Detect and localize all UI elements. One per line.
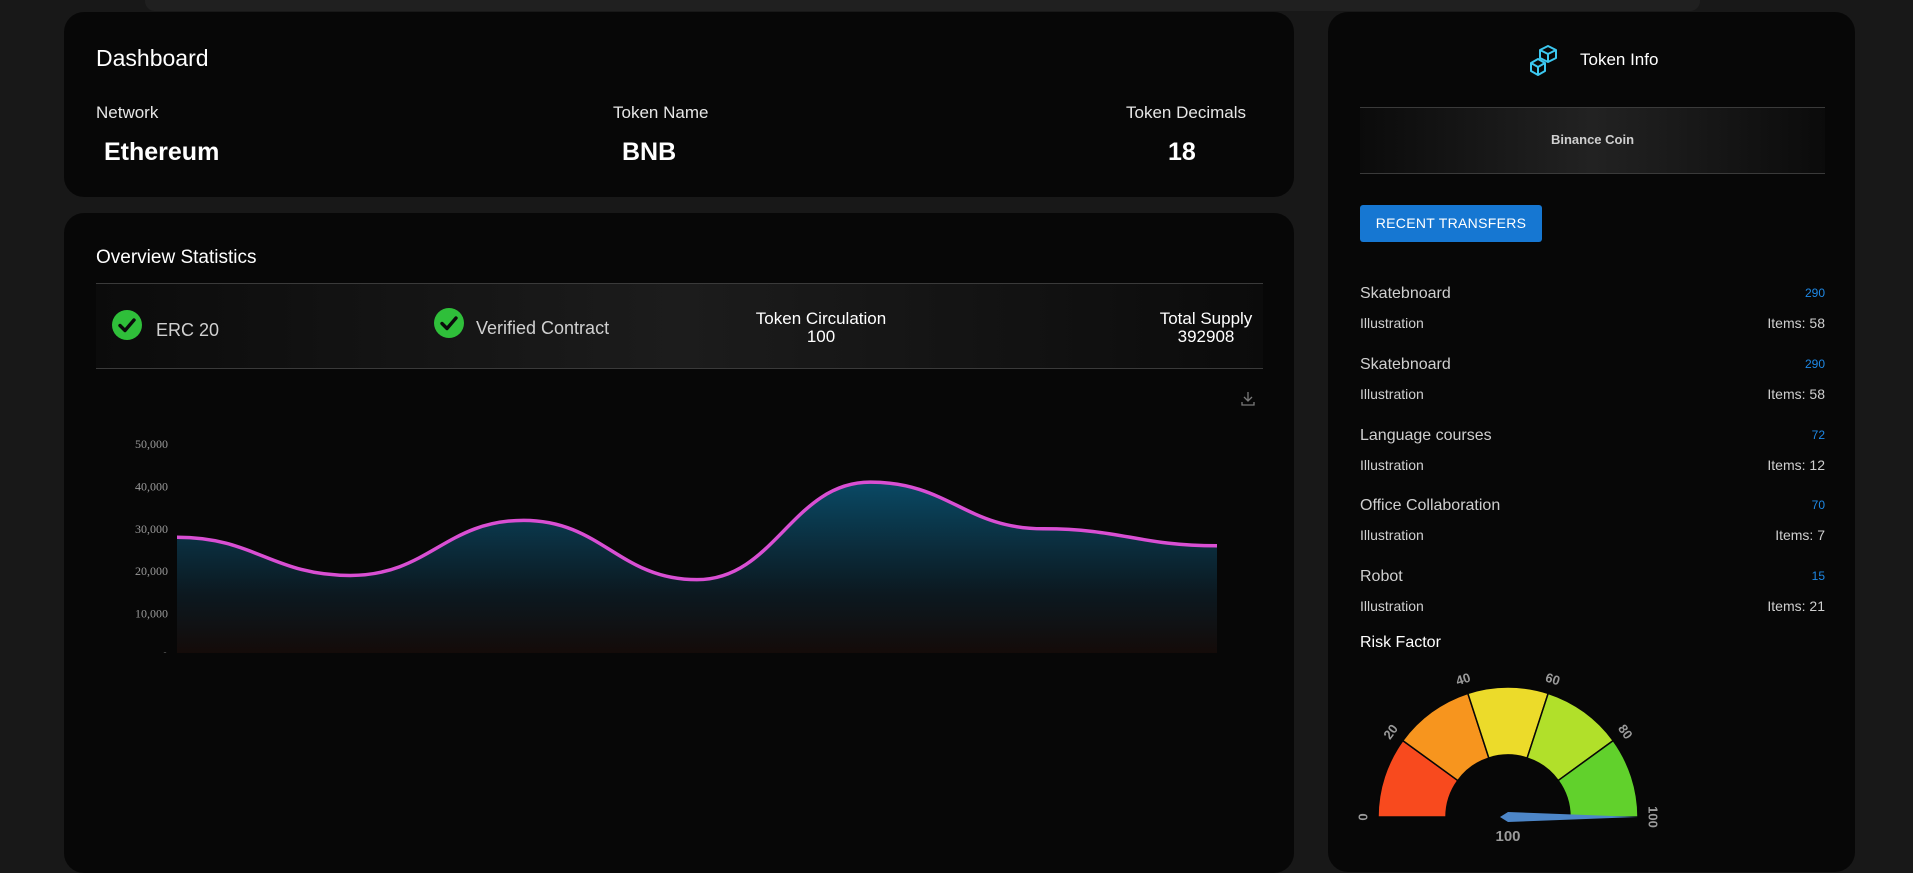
gauge-tick-label: 0 (1355, 813, 1370, 820)
token-info-card: Token Info Binance Coin RECENT TRANSFERS… (1328, 12, 1855, 872)
y-tick-label: 20,000 (135, 564, 168, 578)
transfer-category: Illustration (1360, 598, 1424, 614)
top-navigation-strip (145, 0, 1700, 11)
coin-strip: Binance Coin (1360, 107, 1825, 174)
transfer-items-count: Items: 21 (1767, 598, 1825, 614)
gauge-tick-label: 100 (1646, 806, 1661, 828)
y-tick-label: 30,000 (135, 522, 168, 536)
transfer-items-count: Items: 12 (1767, 457, 1825, 473)
transfer-items-count: Items: 7 (1775, 527, 1825, 543)
y-tick-label: 0 (162, 649, 168, 653)
transfer-value: 15 (1811, 569, 1825, 583)
transfer-value: 70 (1811, 498, 1825, 512)
gauge-tick-label: 60 (1544, 670, 1562, 689)
overview-statistics-card: Overview Statistics ERC 20 Verified Cont… (64, 213, 1294, 873)
transfer-name: Robot (1360, 568, 1403, 585)
dashboard-title: Dashboard (96, 45, 209, 71)
network-value: Ethereum (104, 138, 220, 166)
transfer-name: Skatebnoard (1360, 356, 1451, 373)
gauge-tick-label: 40 (1454, 670, 1472, 689)
y-tick-label: 50,000 (135, 437, 168, 451)
y-tick-label: 40,000 (135, 479, 168, 493)
transfer-category: Illustration (1360, 315, 1424, 331)
transfer-items-count: Items: 58 (1767, 386, 1825, 402)
transfer-name: Language courses (1360, 427, 1492, 444)
gauge-value: 100 (1495, 828, 1520, 845)
token-decimals-value: 18 (1168, 138, 1196, 166)
token-name-label: Token Name (613, 103, 709, 122)
dashboard-card: Dashboard Network Ethereum Token Name BN… (64, 12, 1294, 197)
transfer-category: Illustration (1360, 527, 1424, 543)
transfer-category: Illustration (1360, 386, 1424, 402)
gauge-tick-label: 20 (1380, 721, 1401, 742)
transfer-items-count: Items: 58 (1767, 315, 1825, 331)
blocks-icon (1530, 45, 1557, 76)
token-name-value: BNB (622, 138, 677, 166)
download-icon[interactable] (1241, 392, 1255, 406)
network-label: Network (96, 103, 159, 122)
transfer-value: 290 (1804, 357, 1825, 371)
recent-transfers-button[interactable]: RECENT TRANSFERS (1360, 205, 1542, 242)
risk-factor-title: Risk Factor (1360, 634, 1441, 651)
token-decimals-label: Token Decimals (1126, 103, 1246, 122)
risk-gauge: 0 20 40 60 80 100 100 (1355, 670, 1661, 845)
token-info-title: Token Info (1580, 50, 1659, 69)
transfer-value: 290 (1804, 286, 1825, 300)
gauge-tick-label: 80 (1615, 721, 1636, 742)
overview-area-chart: 010,00020,00030,00040,00050,000MonTueWed… (135, 392, 1255, 653)
transfer-category: Illustration (1360, 457, 1424, 473)
transfer-name: Office Collaboration (1360, 497, 1501, 514)
area-fill (177, 482, 1217, 653)
transfer-name: Skatebnoard (1360, 285, 1451, 302)
coin-name: Binance Coin (1550, 132, 1635, 147)
transfer-value: 72 (1811, 428, 1825, 442)
y-tick-label: 10,000 (135, 607, 168, 621)
